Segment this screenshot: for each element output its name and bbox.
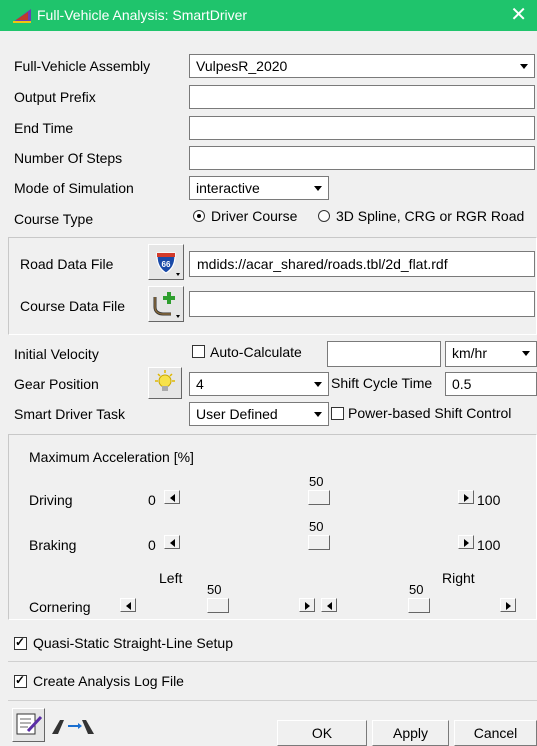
log-file-checkbox[interactable] xyxy=(14,673,27,688)
cornering-right-label: Right xyxy=(442,570,475,586)
road-view-icon xyxy=(52,720,94,734)
road-data-label: Road Data File xyxy=(20,256,114,272)
chevron-down-icon xyxy=(516,57,531,75)
cornering-right-slider[interactable] xyxy=(321,598,516,613)
output-prefix-input[interactable] xyxy=(189,85,535,109)
braking-min: 0 xyxy=(148,537,156,553)
notes-button[interactable] xyxy=(12,708,45,742)
quasi-static-checkbox[interactable] xyxy=(14,635,27,650)
braking-value: 50 xyxy=(309,519,324,534)
road-browse-button[interactable]: 66 xyxy=(148,244,184,280)
course-data-label: Course Data File xyxy=(20,298,126,314)
velocity-unit-select[interactable]: km/hr xyxy=(445,341,537,367)
driving-slider[interactable] xyxy=(164,490,474,505)
radio-3d-spline-label: 3D Spline, CRG or RGR Road xyxy=(336,208,525,224)
cornering-left-value: 50 xyxy=(207,582,222,597)
divider xyxy=(8,661,537,662)
cornering-label: Cornering xyxy=(29,599,91,615)
velocity-unit-value: km/hr xyxy=(452,345,487,361)
chevron-down-icon xyxy=(310,375,325,393)
mode-label: Mode of Simulation xyxy=(14,180,134,196)
num-steps-input[interactable] xyxy=(189,146,535,170)
highway-shield-number: 66 xyxy=(162,260,171,269)
road-data-value: mdids://acar_shared/roads.tbl/2d_flat.rd… xyxy=(197,256,448,272)
gear-lightbulb-button[interactable] xyxy=(148,367,182,399)
driving-left-arrow[interactable] xyxy=(164,490,180,504)
app-icon xyxy=(13,9,31,23)
driving-value: 50 xyxy=(309,474,324,489)
quasi-static-label: Quasi-Static Straight-Line Setup xyxy=(33,635,233,651)
close-icon[interactable]: ✕ xyxy=(510,3,527,27)
title-bar: Full-Vehicle Analysis: SmartDriver ✕ xyxy=(0,0,537,31)
road-view-button[interactable] xyxy=(48,708,98,742)
edit-notes-icon xyxy=(16,713,43,735)
cornering-right-thumb[interactable] xyxy=(407,598,430,613)
course-type-label: Course Type xyxy=(14,211,94,227)
shift-cycle-value: 0.5 xyxy=(452,376,472,392)
braking-left-arrow[interactable] xyxy=(164,535,180,549)
end-time-input[interactable] xyxy=(189,116,535,140)
divider xyxy=(8,700,537,701)
initial-velocity-input[interactable] xyxy=(327,341,441,367)
log-file-label: Create Analysis Log File xyxy=(33,673,184,689)
cornering-left-max-arrow[interactable] xyxy=(299,598,315,612)
acceleration-title: Maximum Acceleration [%] xyxy=(29,449,194,465)
driving-label: Driving xyxy=(29,492,73,508)
initial-velocity-label: Initial Velocity xyxy=(14,346,99,362)
task-value: User Defined xyxy=(196,406,278,422)
course-add-icon xyxy=(153,292,180,318)
shift-cycle-input[interactable]: 0.5 xyxy=(445,372,537,396)
course-data-input[interactable] xyxy=(189,291,535,317)
radio-driver-course-label: Driver Course xyxy=(211,208,298,224)
assembly-label: Full-Vehicle Assembly xyxy=(14,58,151,74)
course-browse-button[interactable] xyxy=(148,286,184,322)
window-title: Full-Vehicle Analysis: SmartDriver xyxy=(37,7,248,23)
cornering-right-value: 50 xyxy=(409,582,424,597)
cornering-right-max-arrow[interactable] xyxy=(500,598,516,612)
power-shift-checkbox[interactable] xyxy=(331,407,344,420)
end-time-label: End Time xyxy=(14,120,74,136)
braking-slider[interactable] xyxy=(164,535,474,550)
gear-value: 4 xyxy=(196,376,204,392)
radio-driver-course[interactable] xyxy=(193,210,205,222)
highway-shield-icon: 66 xyxy=(156,252,180,276)
braking-right-arrow[interactable] xyxy=(458,535,474,549)
cornering-left-thumb[interactable] xyxy=(206,598,229,613)
power-shift-label: Power-based Shift Control xyxy=(348,405,512,421)
cornering-right-min-arrow[interactable] xyxy=(321,598,337,612)
radio-3d-spline[interactable] xyxy=(318,210,330,222)
braking-label: Braking xyxy=(29,537,77,553)
chevron-down-icon xyxy=(310,179,325,197)
mode-select[interactable]: interactive xyxy=(189,176,329,200)
assembly-value: VulpesR_2020 xyxy=(196,58,288,74)
chevron-down-icon xyxy=(310,405,325,423)
chevron-down-icon xyxy=(518,344,533,362)
shift-cycle-label: Shift Cycle Time xyxy=(331,375,433,391)
driving-thumb[interactable] xyxy=(308,490,330,505)
task-select[interactable]: User Defined xyxy=(189,402,329,426)
cornering-left-slider[interactable] xyxy=(120,598,315,613)
driving-right-arrow[interactable] xyxy=(458,490,474,504)
cornering-left-label: Left xyxy=(159,570,183,586)
lightbulb-icon xyxy=(155,370,175,391)
output-prefix-label: Output Prefix xyxy=(14,89,96,105)
num-steps-label: Number Of Steps xyxy=(14,150,123,166)
auto-calculate-checkbox[interactable] xyxy=(192,345,205,358)
braking-thumb[interactable] xyxy=(308,535,330,550)
assembly-select[interactable]: VulpesR_2020 xyxy=(189,54,535,78)
cornering-left-min-arrow[interactable] xyxy=(120,598,136,612)
gear-select[interactable]: 4 xyxy=(189,372,329,396)
driving-min: 0 xyxy=(148,492,156,508)
gear-position-label: Gear Position xyxy=(14,376,99,392)
cancel-button[interactable]: Cancel xyxy=(454,720,537,746)
road-data-input[interactable]: mdids://acar_shared/roads.tbl/2d_flat.rd… xyxy=(189,251,535,277)
task-label: Smart Driver Task xyxy=(14,406,125,422)
auto-calculate-label: Auto-Calculate xyxy=(210,344,302,360)
braking-max: 100 xyxy=(477,537,501,553)
mode-value: interactive xyxy=(196,180,260,196)
apply-button[interactable]: Apply xyxy=(372,720,449,746)
driving-max: 100 xyxy=(477,492,501,508)
ok-button[interactable]: OK xyxy=(277,720,367,746)
